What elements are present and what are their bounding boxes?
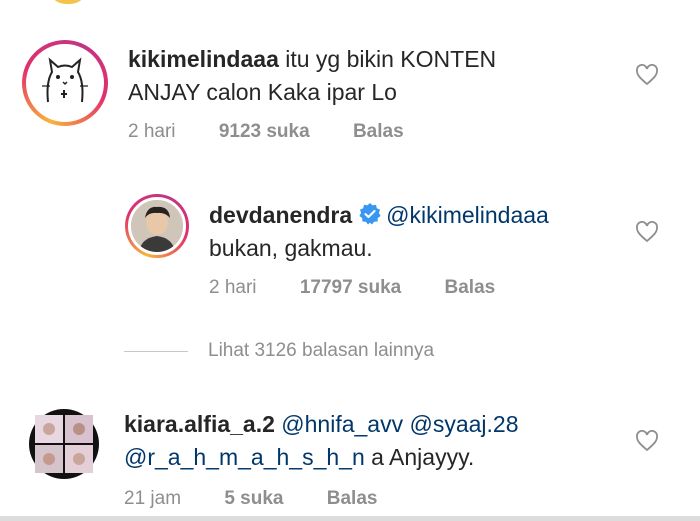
reply-text: bukan, gakmau. (209, 235, 373, 261)
mention-link[interactable]: @r_a_h_m_a_h_s_h_n (124, 444, 365, 470)
like-count[interactable]: 17797 suka (300, 277, 401, 299)
view-more-divider (124, 350, 188, 352)
mention-link[interactable]: @kikimelindaaa (386, 202, 549, 228)
view-more-replies-link[interactable]: Lihat 3126 balasan lainnya (124, 340, 434, 362)
like-count[interactable]: 9123 suka (219, 121, 310, 143)
mention-link[interactable]: @hnifa_avv (281, 411, 403, 437)
comment-text: itu yg bikin KONTEN (278, 46, 497, 72)
verified-badge-icon (359, 203, 381, 225)
reply-username[interactable]: devdanendra (209, 202, 352, 228)
reply-button[interactable]: Balas (445, 277, 496, 299)
view-more-replies-label: Lihat 3126 balasan lainnya (208, 340, 435, 361)
avatar[interactable] (22, 40, 108, 126)
avatar[interactable] (29, 409, 99, 479)
comment-username[interactable]: kiara.alfia_a.2 (124, 411, 275, 437)
previous-avatar-ring-fragment (48, 0, 88, 4)
cat-drawing-icon (42, 57, 88, 103)
like-count[interactable]: 5 suka (224, 488, 283, 510)
heart-icon[interactable] (635, 64, 659, 86)
comment-meta: 2 hari 9123 suka Balas (128, 121, 404, 143)
reply-time: 2 hari (209, 277, 257, 298)
collage-photo-icon (35, 415, 93, 473)
heart-icon[interactable] (635, 430, 659, 452)
comment-text-line: ANJAY calon Kaka ipar Lo (128, 79, 397, 105)
comment-time: 21 jam (124, 488, 182, 509)
comment-username[interactable]: kikimelindaaa (128, 46, 279, 72)
reply-meta: 2 hari 17797 suka Balas (209, 277, 495, 299)
comment-meta: 21 jam 5 suka Balas (124, 488, 377, 510)
profile-photo-icon (131, 200, 183, 252)
bottom-divider (0, 516, 700, 521)
comment-time: 2 hari (128, 121, 176, 142)
avatar[interactable] (125, 194, 189, 258)
comment-text: a Anjayyy. (364, 444, 475, 470)
reply-button[interactable]: Balas (327, 488, 378, 510)
reply-button[interactable]: Balas (353, 121, 404, 143)
mention-link[interactable]: @syaaj.28 (410, 411, 519, 437)
heart-icon[interactable] (635, 221, 659, 243)
